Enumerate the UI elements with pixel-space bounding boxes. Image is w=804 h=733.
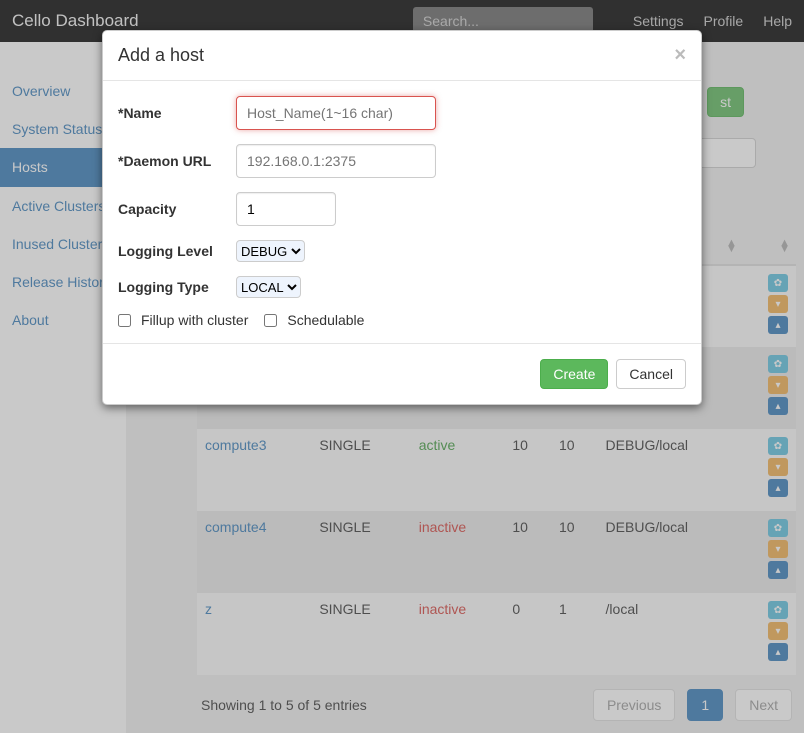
modal-title: Add a host <box>118 45 204 66</box>
logging-level-select[interactable]: DEBUG <box>236 240 305 262</box>
logging-level-label: Logging Level <box>118 243 236 259</box>
name-input[interactable] <box>236 96 436 130</box>
schedulable-checkbox[interactable] <box>264 314 277 327</box>
capacity-label: Capacity <box>118 201 236 217</box>
name-label: *Name <box>118 105 236 121</box>
logging-type-select[interactable]: LOCAL <box>236 276 301 298</box>
create-button[interactable]: Create <box>540 359 608 389</box>
capacity-input[interactable] <box>236 192 336 226</box>
fillup-checkbox[interactable] <box>118 314 131 327</box>
cancel-button[interactable]: Cancel <box>616 359 686 389</box>
add-host-modal: Add a host × *Name *Daemon URL Capacity … <box>102 30 702 405</box>
daemon-url-label: *Daemon URL <box>118 153 236 169</box>
schedulable-label: Schedulable <box>287 312 364 328</box>
daemon-url-input[interactable] <box>236 144 436 178</box>
logging-type-label: Logging Type <box>118 279 236 295</box>
fillup-label: Fillup with cluster <box>141 312 248 328</box>
close-icon[interactable]: × <box>674 44 686 67</box>
